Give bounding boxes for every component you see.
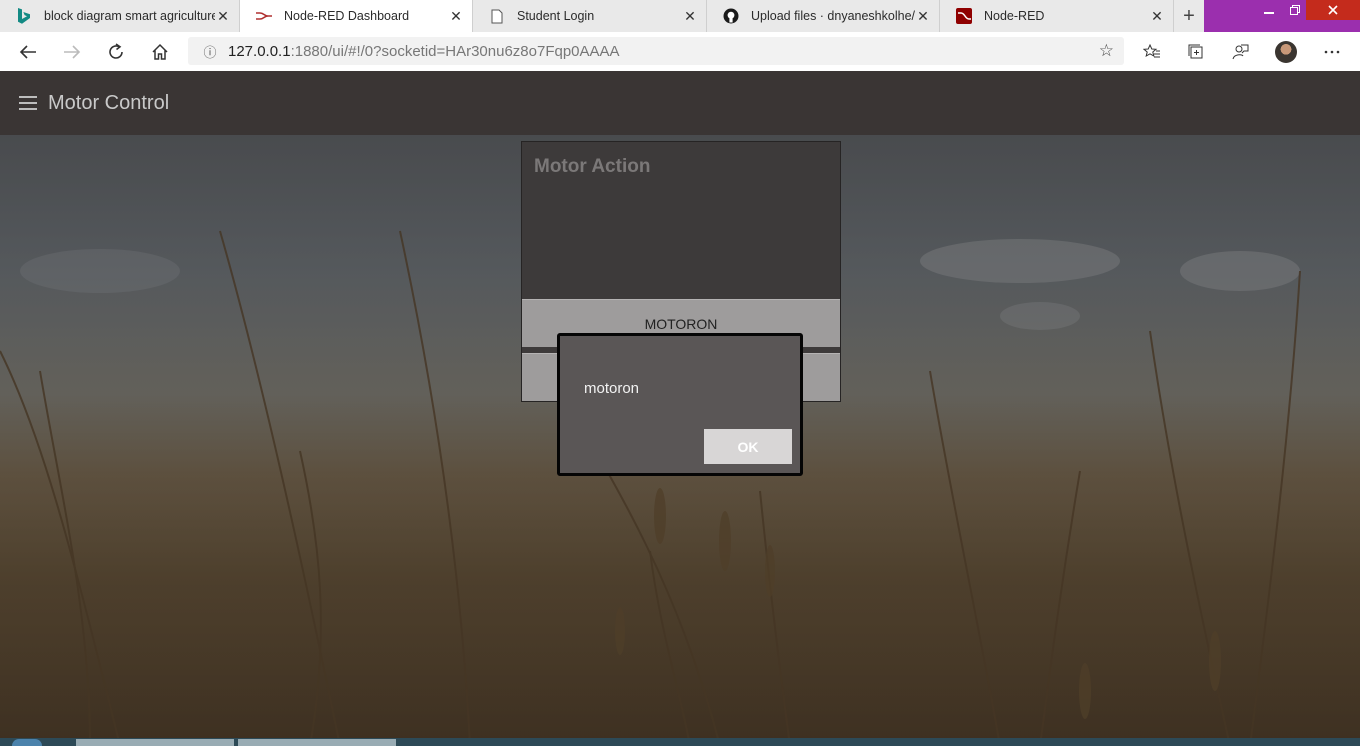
tab-title: Student Login [517,9,595,23]
node-red-icon [256,8,272,24]
tab-node-red-dashboard[interactable]: Node-RED Dashboard ✕ [240,0,473,32]
start-button[interactable] [12,739,42,746]
github-icon [723,8,739,24]
ok-button[interactable]: OK [704,429,792,464]
close-icon[interactable]: ✕ [448,8,464,25]
taskbar-item[interactable] [238,739,396,746]
feedback-icon[interactable] [1226,38,1254,66]
menu-icon[interactable] [19,96,37,110]
back-icon[interactable] [14,38,42,66]
browser-toolbar: ⓘ 127.0.0.1:1880/ui/#!/0?socketid=HAr30n… [0,32,1360,72]
tab-title: Upload files · dnyaneshkolhe/H [751,9,915,23]
favorite-star-icon[interactable]: ☆ [1099,41,1114,61]
node-red-logo-icon [956,8,972,24]
url-path: :1880/ui/#!/0?socketid=HAr30nu6z8o7Fqp0A… [290,42,620,60]
group-title: Motor Action [534,156,651,177]
profile-avatar[interactable] [1275,41,1297,63]
dialog-message: motoron [584,380,640,397]
close-icon[interactable]: ✕ [215,8,231,25]
tab-github-upload[interactable]: Upload files · dnyaneshkolhe/H ✕ [707,0,940,32]
site-info-icon[interactable]: ⓘ [196,42,224,61]
url-text: 127.0.0.1:1880/ui/#!/0?socketid=HAr30nu6… [228,43,620,60]
taskbar-item[interactable] [76,739,234,746]
refresh-icon[interactable] [102,38,130,66]
notification-dialog: motoron OK [557,333,803,476]
tab-title: block diagram smart agriculture [44,9,215,23]
tab-strip: block diagram smart agriculture ✕ Node-R… [0,0,1360,32]
tab-bing[interactable]: block diagram smart agriculture ✕ [0,0,240,32]
taskbar [0,738,1360,746]
tab-title: Node-RED Dashboard [284,9,410,23]
page-icon [489,8,505,24]
new-tab-button[interactable]: + [1174,0,1204,32]
tab-title: Node-RED [984,9,1045,23]
close-window-icon[interactable] [1306,0,1360,20]
bing-icon [16,8,32,24]
close-icon[interactable]: ✕ [1149,8,1165,25]
close-icon[interactable]: ✕ [915,8,931,25]
close-icon[interactable]: ✕ [682,8,698,25]
dashboard-header: Motor Control [0,71,1360,135]
home-icon[interactable] [146,38,174,66]
collections-icon[interactable] [1182,38,1210,66]
address-bar[interactable]: ⓘ 127.0.0.1:1880/ui/#!/0?socketid=HAr30n… [188,37,1124,65]
page-title: Motor Control [48,91,170,114]
forward-icon[interactable] [58,38,86,66]
tab-student-login[interactable]: Student Login ✕ [473,0,707,32]
favorites-icon[interactable] [1138,38,1166,66]
tab-node-red[interactable]: Node-RED ✕ [940,0,1174,32]
more-menu-icon[interactable] [1318,38,1346,66]
url-host: 127.0.0.1 [228,42,291,60]
